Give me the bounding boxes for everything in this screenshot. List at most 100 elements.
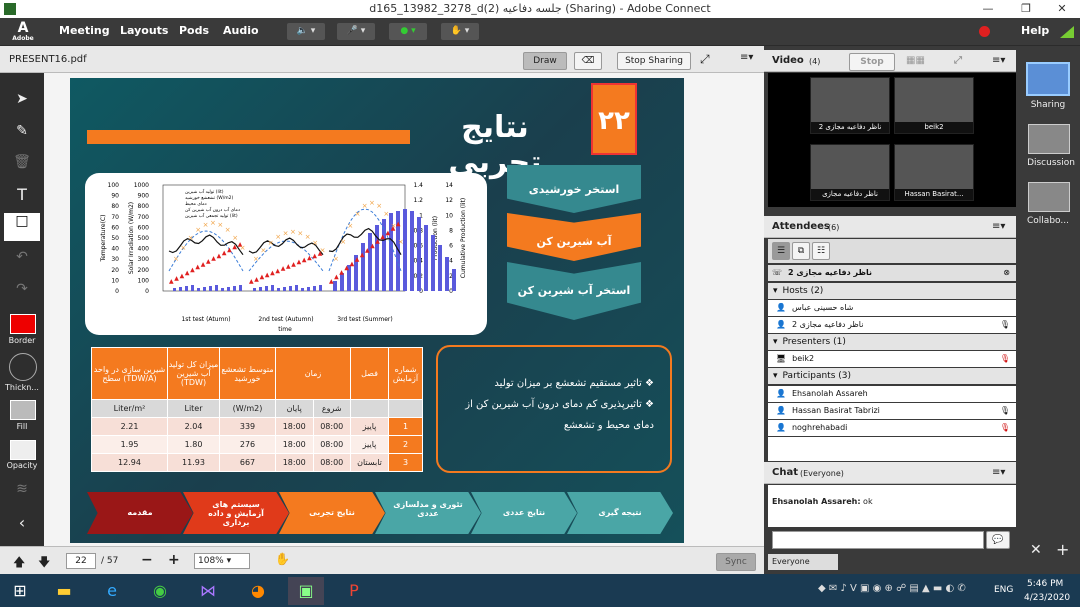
layout-collaboration-thumb[interactable] [1028,182,1070,212]
visual-studio-icon[interactable]: ⋈ [190,577,226,605]
participants-section[interactable]: ▾ Participants (3) [768,368,1016,384]
clock-time[interactable]: 5:46 PM [1027,579,1063,589]
text-tool-icon[interactable]: T [0,185,44,204]
restore-button[interactable]: ❐ [1008,0,1044,18]
webcam-dropdown[interactable]: ● ▾ [389,23,427,40]
cumulative-point: ▲ [180,272,185,279]
eraser-icon[interactable]: ⌫ [574,52,602,70]
video-stop-button[interactable]: Stop [849,53,895,71]
zoom-out-icon[interactable]: − [141,552,153,568]
chat-send-icon[interactable]: 💬 [986,531,1010,549]
page-number-input[interactable]: 22 [66,553,96,569]
video-tile[interactable]: ناظر دفاعیه مجازی 2 [810,77,890,134]
menu-meeting[interactable]: Meeting [59,24,110,37]
nav-experimental-results[interactable]: نتایج تجربی [279,492,385,534]
nav-theory-modeling[interactable]: تئوری و مدلسازی عددی [375,492,481,534]
list-view-icon[interactable]: ☰ [772,242,790,260]
ambient-point: × [180,244,186,252]
layout-discussion-thumb[interactable] [1028,124,1070,154]
tray-icons[interactable]: ◆ ✉ ♪ V ▣ ◉ ⊕ ☍ ▤ ▲ ▬ ◐ ✆ [818,583,966,594]
sync-button[interactable]: Sync [716,553,756,571]
page-down-icon[interactable]: 🡇 [38,553,50,574]
video-tile[interactable]: beik2 [894,77,974,134]
clear-status-icon[interactable]: ⊗ [1003,265,1010,281]
video-menu-icon[interactable]: ≡▾ [992,55,1005,66]
minimize-button[interactable]: — [970,0,1006,18]
attendee-row[interactable]: 👤 Ehsanolah Assareh [768,386,1016,402]
chat-input[interactable] [772,531,984,549]
cumulative-point: ▲ [195,264,200,271]
menu-pods[interactable]: Pods [179,24,209,37]
select-arrow-icon[interactable]: ➤ [0,91,44,107]
recording-indicator-icon[interactable] [979,26,990,37]
zoom-in-icon[interactable]: + [168,552,180,568]
nav-conclusion[interactable]: نتیجه گیری [567,492,673,534]
presenters-section[interactable]: ▾ Presenters (1) [768,334,1016,350]
production-bar [173,288,176,291]
thickness-icon[interactable] [9,353,37,381]
chat-recipient-select[interactable]: Everyone [768,554,838,570]
cell-end: 18:00 [275,435,314,454]
attendee-row[interactable]: 👤 noghrehabadi 🎙 [768,420,1016,436]
collapse-toolbar-icon[interactable]: ‹ [0,513,44,532]
border-color-swatch[interactable] [10,314,36,334]
fullscreen-icon[interactable]: ⤢ [700,52,710,67]
nav-numerical-results[interactable]: نتایج عددی [471,492,577,534]
stop-sharing-button[interactable]: Stop Sharing [617,52,691,70]
video-grid-icon[interactable]: ▦▦ [906,55,925,66]
microphone-dropdown[interactable]: 🎤 ▾ [337,23,375,40]
border-label: Border [8,336,36,345]
speaker-dropdown[interactable]: 🔈 ▾ [287,23,325,40]
production-bar [277,288,280,291]
undo-icon[interactable]: ↶ [0,249,44,265]
attendee-row[interactable]: 👤 Hassan Basirat Tabrizi 🎙 [768,403,1016,419]
page-up-icon[interactable]: 🡅 [13,553,25,574]
close-button[interactable]: ✕ [1044,0,1080,18]
fill-swatch[interactable] [10,400,36,420]
layout-settings-icon[interactable]: ✕ [1030,542,1042,558]
adobe-connect-taskbar-icon[interactable]: ▣ [288,577,324,605]
zoom-select[interactable]: 108% ▾ [194,553,250,569]
pod-menu-icon[interactable]: ≡▾ [740,52,753,63]
chrome-icon[interactable]: ◉ [142,577,178,605]
video-fullscreen-icon[interactable]: ⤢ [954,55,962,66]
attendee-row[interactable]: 🖥 beik2 🎙 [768,351,1016,367]
clock-date[interactable]: 4/23/2020 [1024,593,1070,603]
video-tile[interactable]: Hassan Basirat... [894,144,974,201]
menu-audio[interactable]: Audio [223,24,259,37]
language-indicator[interactable]: ENG [994,585,1013,595]
rectangle-tool-icon[interactable]: □ [4,213,40,241]
tick-cum: 8 [449,227,453,234]
raise-hand-dropdown[interactable]: ✋ ▾ [441,23,479,40]
nav-intro[interactable]: مقدمه [87,492,193,534]
hosts-section[interactable]: ▾ Hosts (2) [768,283,1016,299]
attendees-menu-icon[interactable]: ≡▾ [992,221,1005,232]
attendee-row[interactable]: 👤 شاه حسینی عباس [768,300,1016,316]
powerpoint-icon[interactable]: P [336,577,372,605]
breakout-view-icon[interactable]: ⧉ [792,242,810,260]
chat-menu-icon[interactable]: ≡▾ [992,467,1005,478]
redo-icon[interactable]: ↷ [0,281,44,297]
file-explorer-icon[interactable]: ▬ [46,577,82,605]
hand-tool-icon[interactable]: ✋ [275,552,290,566]
menu-layouts[interactable]: Layouts [120,24,168,37]
opacity-swatch[interactable] [10,440,36,460]
menu-help[interactable]: Help [1021,24,1049,37]
add-layout-icon[interactable]: + [1056,540,1069,559]
cumulative-point: ▲ [281,265,286,272]
video-tile[interactable]: ناظر دفاعیه مجازی [810,144,890,201]
layers-icon[interactable]: ≋ [0,481,44,497]
pencil-icon[interactable]: ✎ [0,123,44,139]
nav-test-systems[interactable]: سیستم های آزمایش و داده برداری [183,492,289,534]
windows-start-icon[interactable]: ⊞ [2,577,38,605]
current-user-row[interactable]: ☏ ناظر دفاعیه مجازی 2 ⊗ [768,265,1016,281]
ambient-point: × [173,255,179,263]
layout-sharing-thumb[interactable] [1026,62,1070,96]
cell-area: 2.21 [91,417,168,436]
internet-explorer-icon[interactable]: e [94,577,130,605]
status-view-icon[interactable]: ☷ [812,242,830,260]
draw-button[interactable]: Draw [523,52,567,70]
delete-icon[interactable]: 🗑 [0,154,44,170]
firefox-icon[interactable]: ◕ [240,577,276,605]
attendee-row[interactable]: 👤 ناظر دفاعیه مجازی 2 🎙 [768,317,1016,333]
